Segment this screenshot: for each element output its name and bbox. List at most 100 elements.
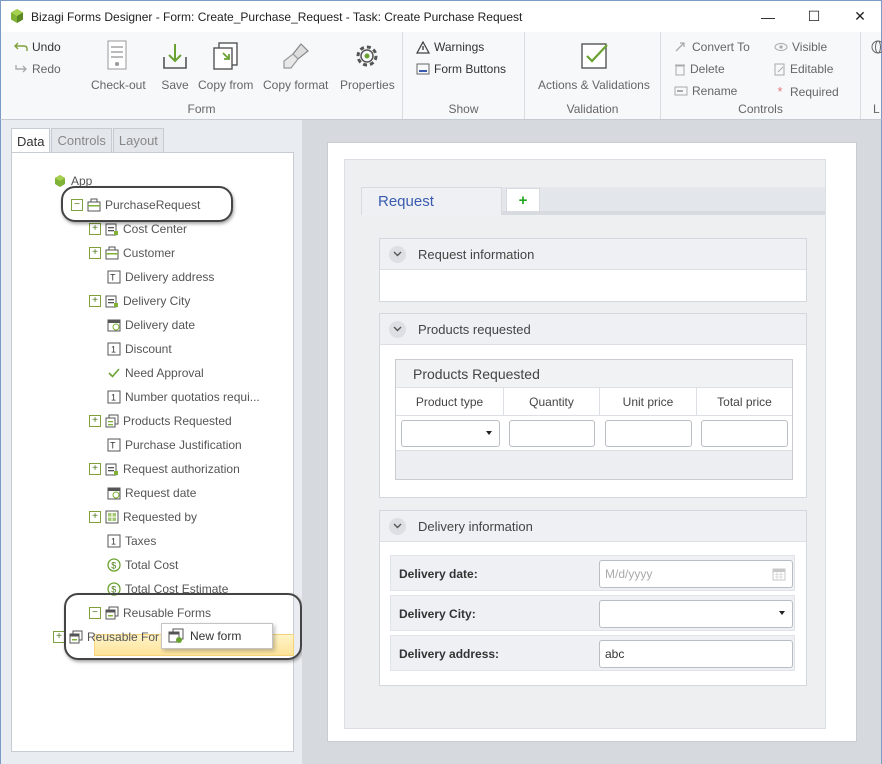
delivery-date-input[interactable]: M/d/yyyy: [599, 560, 793, 588]
tab-layout[interactable]: Layout: [112, 128, 164, 152]
form-tab-request[interactable]: Request: [361, 187, 502, 215]
grid-column-header[interactable]: Product type: [396, 388, 504, 415]
field-row-delivery-city: Delivery City:: [390, 595, 795, 631]
panel-header[interactable]: Delivery information: [380, 511, 806, 542]
chevron-down-icon[interactable]: [389, 320, 406, 338]
tree-node-request-authorization[interactable]: + Request authorization: [89, 459, 240, 479]
delivery-city-select[interactable]: [599, 600, 793, 628]
properties-button[interactable]: Properties: [340, 38, 395, 92]
number-attribute-icon: 1: [107, 534, 121, 548]
panel-header[interactable]: Request information: [380, 239, 806, 270]
editable-button[interactable]: Editable: [774, 62, 833, 76]
close-button[interactable]: ✕: [837, 1, 882, 32]
ribbon-group-label-controls: Controls: [738, 102, 783, 116]
redo-icon: [15, 65, 27, 73]
paintbrush-icon: [283, 43, 309, 69]
date-attribute-icon: [107, 487, 121, 500]
edit-icon: [774, 63, 785, 75]
callout-purchaserequest: [61, 186, 233, 222]
save-button[interactable]: Save: [159, 38, 191, 92]
field-label: Delivery City:: [399, 607, 476, 621]
convert-icon: [675, 42, 685, 52]
form-tabstrip: Request +: [361, 187, 825, 215]
tree-node-delivery-address[interactable]: T Delivery address: [107, 267, 214, 287]
chevron-down-icon[interactable]: [389, 245, 406, 263]
panel-request-information[interactable]: Request information: [379, 238, 807, 302]
expand-icon[interactable]: +: [89, 247, 101, 259]
required-button[interactable]: * Required: [774, 84, 838, 99]
new-form-label: New form: [190, 629, 242, 643]
panel-title: Delivery information: [418, 518, 533, 534]
rename-button[interactable]: Rename: [674, 84, 737, 98]
redo-button[interactable]: Redo: [14, 62, 61, 76]
maximize-button[interactable]: ☐: [791, 1, 837, 32]
tree-node-delivery-date[interactable]: Delivery date: [107, 315, 195, 335]
checkout-icon: [107, 40, 127, 70]
ribbon-group-controls: Convert To Delete Rename Visible Editabl…: [661, 32, 861, 119]
form-buttons-button[interactable]: Form Buttons: [416, 62, 506, 76]
tree-node-customer[interactable]: + Customer: [89, 243, 175, 263]
grid-title: Products Requested: [396, 360, 792, 388]
visible-button[interactable]: Visible: [774, 40, 827, 54]
warnings-button[interactable]: Warnings: [416, 40, 484, 54]
relation-icon: [105, 463, 118, 476]
tree-node-purchase-justification[interactable]: T Purchase Justification: [107, 435, 242, 455]
checkout-button[interactable]: Check-out: [91, 38, 146, 92]
grid-column-header[interactable]: Total price: [697, 388, 792, 415]
add-tab-button[interactable]: +: [506, 188, 540, 212]
eye-icon: [774, 43, 788, 51]
field-label: Delivery address:: [399, 647, 500, 661]
convert-to-button[interactable]: Convert To: [674, 40, 750, 54]
save-icon: [163, 44, 187, 69]
undo-button[interactable]: Undo: [14, 40, 61, 54]
field-label: Delivery date:: [399, 567, 478, 581]
expand-icon[interactable]: +: [89, 295, 101, 307]
copy-format-button[interactable]: Copy format: [263, 38, 328, 92]
chevron-down-icon[interactable]: [389, 517, 406, 535]
tree-node-discount[interactable]: 1 Discount: [107, 339, 172, 359]
delivery-address-input[interactable]: abc: [599, 640, 793, 668]
data-panel: Data Controls Layout App − PurchaseReque…: [0, 120, 302, 764]
field-row-delivery-date: Delivery date: M/d/yyyy: [390, 555, 795, 591]
minimize-button[interactable]: —: [745, 1, 791, 32]
panel-title: Products requested: [418, 321, 531, 337]
grid-footer: [396, 450, 792, 479]
actions-validations-button[interactable]: Actions & Validations: [538, 38, 650, 92]
unit-price-input[interactable]: [605, 419, 692, 447]
panel-products-requested[interactable]: Products requested Products Requested Pr…: [379, 313, 807, 498]
quantity-input[interactable]: [509, 419, 595, 447]
grid-column-header[interactable]: Quantity: [504, 388, 600, 415]
expand-icon[interactable]: +: [89, 511, 101, 523]
tree-node-need-approval[interactable]: Need Approval: [107, 363, 204, 383]
tree-node-delivery-city[interactable]: + Delivery City: [89, 291, 190, 311]
tree-node-request-date[interactable]: Request date: [107, 483, 196, 503]
expand-icon[interactable]: +: [89, 415, 101, 427]
tree-node-taxes[interactable]: 1 Taxes: [107, 531, 156, 551]
text-attribute-icon: T: [107, 270, 121, 284]
expand-icon[interactable]: +: [89, 463, 101, 475]
grid-column-header[interactable]: Unit price: [600, 388, 697, 415]
tab-controls[interactable]: Controls: [51, 128, 112, 152]
total-price-input[interactable]: [701, 419, 788, 447]
panel-delivery-information[interactable]: Delivery information Delivery date: M/d/…: [379, 510, 807, 686]
tree-node-products-requested[interactable]: + Products Requested: [89, 411, 232, 431]
text-attribute-icon: T: [107, 438, 121, 452]
ribbon-group-label-show: Show: [448, 102, 479, 116]
panel-header[interactable]: Products requested: [380, 314, 806, 345]
delete-button[interactable]: Delete: [674, 62, 725, 76]
expand-icon[interactable]: +: [89, 223, 101, 235]
tree-node-number-quotations[interactable]: 1 Number quotatios requi...: [107, 387, 260, 407]
calendar-icon[interactable]: [772, 567, 786, 581]
products-grid[interactable]: Products Requested Product type Quantity…: [395, 359, 793, 480]
copy-from-button[interactable]: Copy from: [198, 38, 253, 92]
product-type-select[interactable]: [400, 419, 500, 447]
context-menu-new-form[interactable]: New form: [161, 623, 273, 649]
tree-node-requested-by[interactable]: + Requested by: [89, 507, 197, 527]
panel-title: Request information: [418, 246, 535, 262]
tree-node-total-cost[interactable]: $ Total Cost: [107, 555, 178, 575]
asterisk-icon: *: [777, 84, 783, 99]
warning-icon: [416, 40, 430, 54]
tree-node-cost-center[interactable]: + Cost Center: [89, 219, 187, 239]
grid-entity-icon: [105, 510, 119, 524]
tab-data[interactable]: Data: [11, 128, 51, 153]
